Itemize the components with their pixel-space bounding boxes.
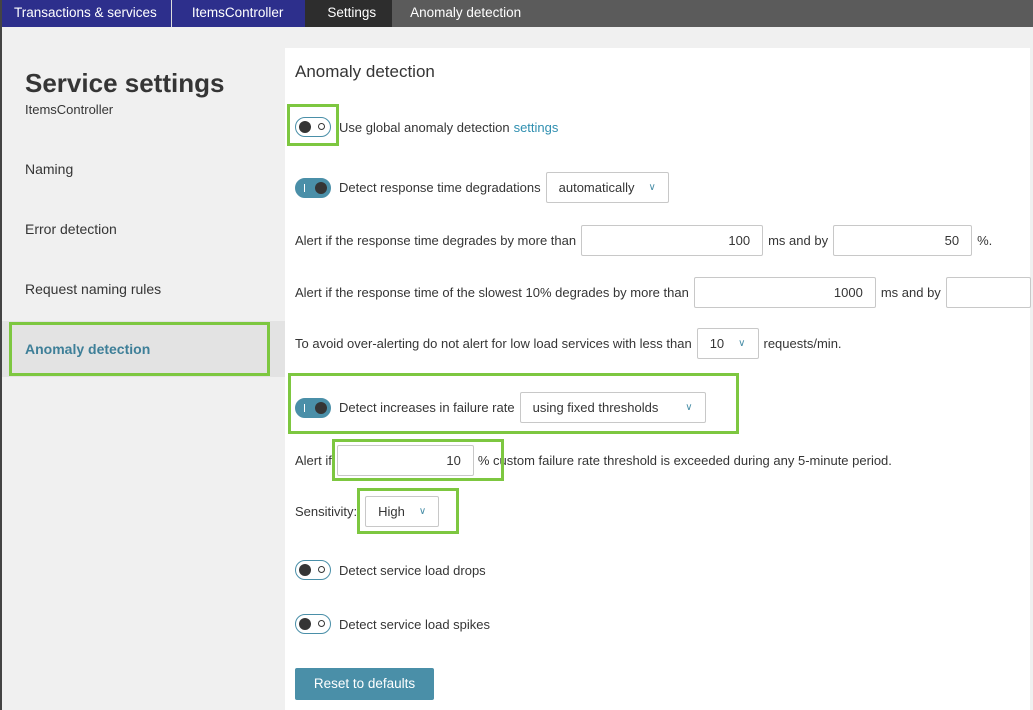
settings-link[interactable]: settings [514,120,559,135]
alert1-label: Alert if the response time degrades by m… [295,233,577,248]
threshold-label: Alert if [295,453,332,468]
sensitivity-label: Sensitivity: [295,504,358,519]
load-spikes-toggle[interactable] [295,614,331,634]
highlight-box [9,322,270,376]
alert1-post: %. [977,233,993,248]
reset-defaults-button[interactable]: Reset to defaults [295,668,434,700]
load-spikes-label: Detect service load spikes [339,616,491,632]
sidebar-item-naming[interactable]: Naming [2,141,285,197]
chevron-down-icon: ∨ [648,182,656,193]
highlight-box [357,488,459,534]
select-value: 10 [709,336,725,351]
breadcrumb-settings[interactable]: Settings [305,0,393,27]
load-drops-toggle[interactable] [295,560,331,580]
breadcrumb-itemscontroller[interactable]: ItemsController [171,0,306,27]
sidebar-item-error-detection[interactable]: Error detection [2,201,285,257]
alert2-label: Alert if the response time of the slowes… [295,285,689,300]
response-label: Detect response time degradations [339,180,541,195]
alert1-ms-input[interactable]: 100 [581,225,764,256]
alert2-ms-input[interactable]: 1000 [693,277,876,308]
low-load-label: To avoid over-alerting do not alert for … [295,336,692,351]
highlight-box [332,439,504,481]
alert2-pct-input[interactable] [945,277,1031,308]
alert1-pct-input[interactable]: 50 [833,225,973,256]
threshold-post: % custom failure rate threshold is excee… [477,453,892,468]
highlight-box [287,104,339,146]
breadcrumb-transactions[interactable]: Transactions & services [2,0,172,27]
load-drops-label: Detect service load drops [339,562,486,578]
section-title: Anomaly detection [295,62,435,81]
service-name: ItemsController [25,102,114,117]
alert2-mid: ms and by [880,285,941,300]
low-load-unit: requests/min. [763,336,842,351]
breadcrumb-anomaly: Anomaly detection [410,5,522,20]
breadcrumb: Transactions & services ItemsController … [2,0,1033,27]
response-mode-select[interactable]: automatically ∨ [545,172,669,203]
sidebar-item-request-naming[interactable]: Request naming rules [2,261,285,317]
page-title: Service settings [25,68,225,98]
response-toggle[interactable] [295,177,331,198]
highlight-box [288,373,739,434]
alert1-mid: ms and by [768,233,829,248]
chevron-down-icon: ∨ [738,338,746,349]
select-value: automatically [558,180,635,195]
global-label: Use global anomaly detection [339,119,510,135]
low-load-select[interactable]: 10 ∨ [696,328,759,359]
